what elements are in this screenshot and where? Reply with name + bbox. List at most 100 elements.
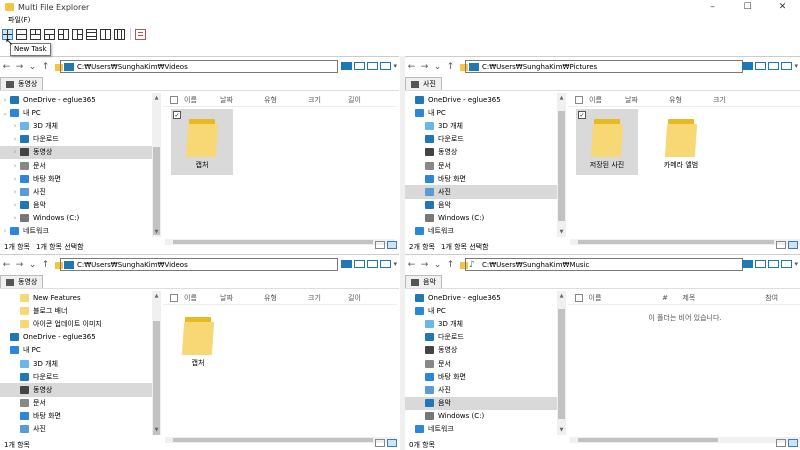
forward-arrow-icon[interactable]: → — [418, 62, 431, 72]
scroll-down-icon[interactable]: ▼ — [152, 427, 161, 433]
tree-item[interactable]: 바탕 화면 — [0, 410, 152, 423]
expand-chevron-icon[interactable]: ⌄ — [0, 109, 10, 117]
tree-item[interactable]: 사진 — [405, 383, 557, 396]
address-bar[interactable]: C:₩Users₩SunghaKim₩Pictures — [465, 60, 743, 73]
layout-left-split-button[interactable] — [58, 28, 69, 40]
tree-item[interactable]: 동영상 — [0, 383, 152, 397]
forward-arrow-icon[interactable]: → — [13, 62, 26, 72]
tree-item[interactable]: 3D 개체 — [405, 317, 557, 330]
column-header-label[interactable]: 유형 — [264, 95, 308, 105]
column-header-label[interactable]: 제목 — [682, 293, 765, 303]
scroll-up-icon[interactable]: ▲ — [152, 95, 161, 101]
select-all-checkbox[interactable] — [575, 95, 583, 104]
address-bar[interactable]: ♪ C:₩Users₩SunghaKim₩Music — [465, 258, 743, 271]
column-header-label[interactable]: 날짜 — [220, 293, 264, 303]
tree-item[interactable]: 아이콘 업데이트 이미지 — [0, 317, 152, 330]
scroll-down-icon[interactable]: ▼ — [557, 427, 566, 433]
layout-bottom-split-button[interactable] — [44, 28, 55, 40]
tree-item[interactable]: 사진 — [0, 423, 152, 435]
tree-scrollbar[interactable]: ▲ ▼ — [557, 93, 566, 237]
tree-item[interactable]: › 다운로드 — [0, 133, 152, 146]
column-header-label[interactable]: 참여 — [765, 293, 800, 303]
tree-item[interactable]: › 동영상 — [0, 145, 152, 159]
file-item[interactable]: 캡처 — [167, 307, 229, 373]
column-header-label[interactable]: 유형 — [669, 95, 713, 105]
tree-item[interactable]: 문서 — [0, 397, 152, 410]
address-bar[interactable]: C:₩Users₩SunghaKim₩Videos — [60, 60, 338, 73]
tree-item[interactable]: ⌄ 내 PC — [0, 106, 152, 119]
view-preview-icon[interactable] — [781, 260, 793, 268]
expand-chevron-icon[interactable]: › — [10, 201, 20, 209]
details-view-icon[interactable] — [375, 241, 385, 249]
expand-chevron-icon[interactable]: › — [10, 148, 20, 156]
tree-item[interactable]: 동영상 — [405, 344, 557, 357]
tree-item[interactable]: 다운로드 — [0, 370, 152, 383]
layout-horizontal-two-button[interactable] — [16, 28, 27, 40]
history-dropdown-icon[interactable]: ⌄ — [431, 260, 444, 270]
tree-item[interactable]: 네트워크 — [405, 423, 557, 435]
expand-chevron-icon[interactable]: › — [10, 162, 20, 170]
scroll-up-icon[interactable]: ▲ — [557, 293, 566, 299]
select-all-checkbox[interactable] — [170, 95, 178, 104]
tree-item[interactable]: › Windows (C:) — [0, 212, 152, 225]
maximize-button[interactable]: ☐ — [730, 0, 765, 14]
expand-chevron-icon[interactable]: › — [10, 214, 20, 222]
tree-item[interactable]: Windows (C:) — [405, 410, 557, 423]
up-arrow-icon[interactable]: ↑ — [444, 260, 457, 270]
file-item[interactable]: ✓ 저장된 사진 — [576, 109, 638, 175]
tree-scrollbar[interactable]: ▲ ▼ — [152, 93, 161, 237]
view-large-icon[interactable] — [742, 62, 754, 70]
tree-item[interactable]: Windows (C:) — [405, 212, 557, 225]
icons-view-icon[interactable] — [387, 241, 397, 249]
item-checkbox[interactable]: ✓ — [578, 111, 586, 119]
layout-top-split-button[interactable] — [30, 28, 41, 40]
tree-item[interactable]: › OneDrive - eglue365 — [0, 93, 152, 106]
history-dropdown-icon[interactable]: ⌄ — [431, 62, 444, 72]
tree-item[interactable]: 내 PC — [0, 344, 152, 357]
view-preview-icon[interactable] — [380, 62, 392, 70]
view-split-icon[interactable] — [354, 62, 366, 70]
layout-right-split-button[interactable] — [72, 28, 83, 40]
scrollbar-thumb[interactable] — [153, 321, 160, 435]
forward-arrow-icon[interactable]: → — [13, 260, 26, 270]
icons-view-icon[interactable] — [788, 241, 798, 249]
more-views-icon[interactable]: ▾ — [393, 260, 397, 268]
column-header-label[interactable]: 길이 — [348, 293, 378, 303]
tab-current[interactable]: 음악 — [405, 275, 442, 288]
tree-scrollbar[interactable]: ▲ ▼ — [152, 291, 161, 435]
close-button[interactable]: ✕ — [765, 0, 800, 14]
tree-scrollbar[interactable]: ▲ ▼ — [557, 291, 566, 435]
column-header-label[interactable]: 크기 — [308, 293, 348, 303]
history-dropdown-icon[interactable]: ⌄ — [26, 62, 39, 72]
expand-chevron-icon[interactable]: › — [0, 96, 10, 104]
column-header-label[interactable]: 날짜 — [625, 95, 669, 105]
scrollbar-thumb[interactable] — [558, 309, 565, 419]
tree-item[interactable]: 다운로드 — [405, 331, 557, 344]
tree-item[interactable]: › 사진 — [0, 185, 152, 198]
tree-item[interactable]: 네트워크 — [405, 225, 557, 237]
tree-item[interactable]: › 바탕 화면 — [0, 172, 152, 185]
tree-item[interactable]: 내 PC — [405, 106, 557, 119]
tree-item[interactable]: 블로그 배너 — [0, 304, 152, 317]
tree-item[interactable]: 문서 — [405, 357, 557, 370]
back-arrow-icon[interactable]: ← — [0, 62, 13, 72]
back-arrow-icon[interactable]: ← — [405, 260, 418, 270]
tree-item[interactable]: OneDrive - eglue365 — [0, 331, 152, 344]
tree-item[interactable]: OneDrive - eglue365 — [405, 93, 557, 106]
tree-item[interactable]: › 문서 — [0, 159, 152, 172]
expand-chevron-icon[interactable]: › — [10, 175, 20, 183]
tree-item[interactable]: 음악 — [405, 199, 557, 212]
expand-chevron-icon[interactable]: › — [10, 135, 20, 143]
scroll-down-icon[interactable]: ▼ — [557, 229, 566, 235]
column-header-label[interactable]: 유형 — [264, 293, 308, 303]
select-all-checkbox[interactable] — [575, 293, 583, 302]
tree-item[interactable]: OneDrive - eglue365 — [405, 291, 557, 304]
column-header-label[interactable]: 이름 — [184, 293, 220, 303]
details-view-icon[interactable] — [375, 439, 385, 447]
item-checkbox[interactable]: ✓ — [173, 111, 181, 119]
details-view-icon[interactable] — [776, 241, 786, 249]
view-details-icon[interactable] — [367, 260, 379, 268]
tree-item[interactable]: 3D 개체 — [405, 119, 557, 132]
up-arrow-icon[interactable]: ↑ — [39, 260, 52, 270]
column-header-label[interactable]: 크기 — [713, 95, 753, 105]
